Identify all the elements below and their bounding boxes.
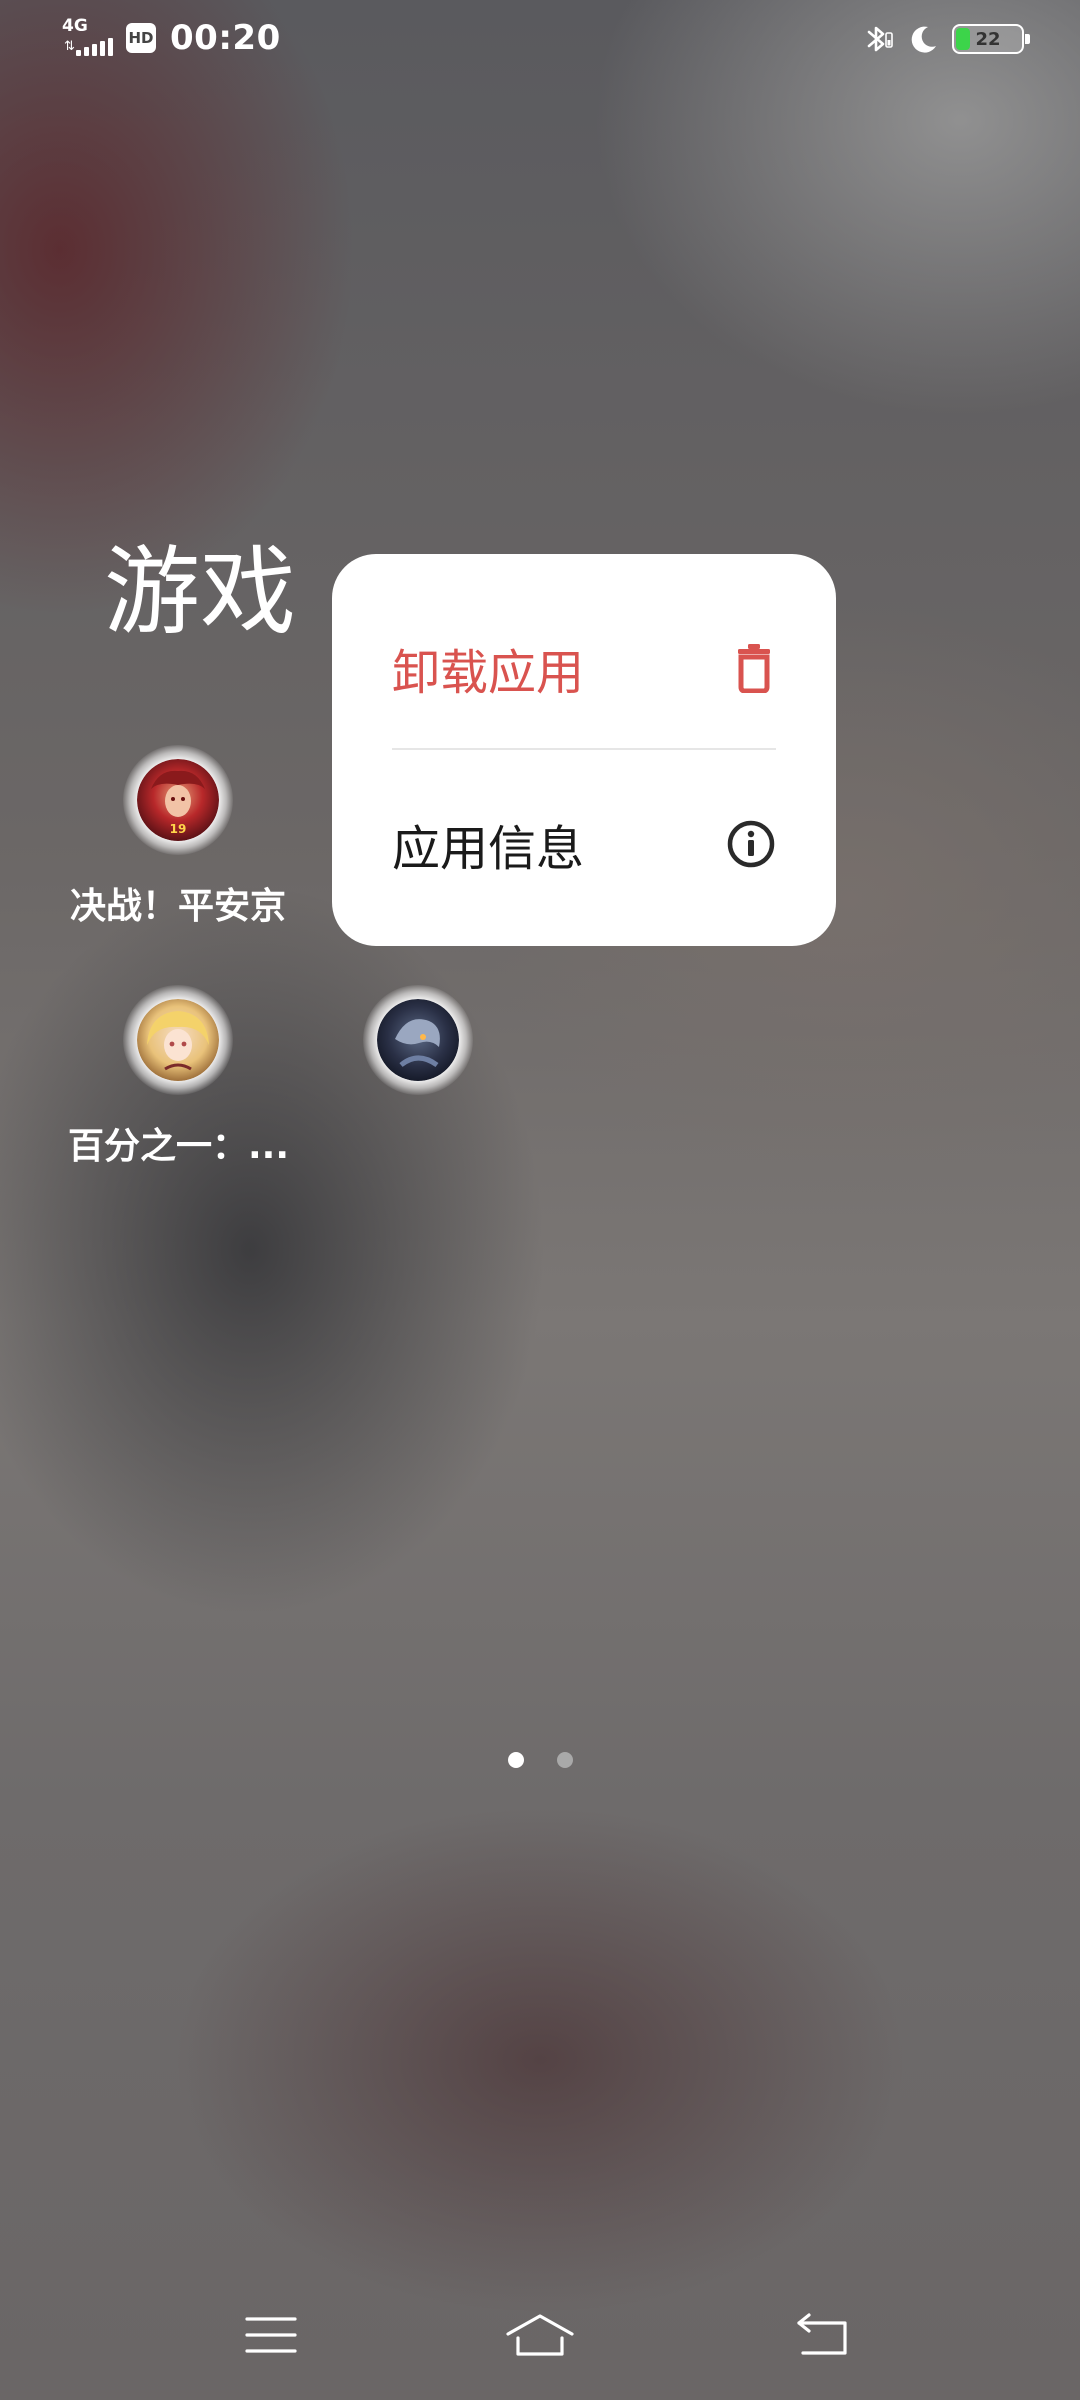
page-dot[interactable] [556,1752,573,1768]
back-button[interactable] [783,2300,863,2370]
app-dark-armored-game[interactable] [308,985,528,1117]
home-button[interactable] [500,2300,580,2370]
app-icon-ring [363,985,473,1095]
do-not-disturb-moon-icon [911,26,936,53]
battery-level: 22 [975,28,1001,50]
app-one-percent[interactable]: 百分之一：... [68,985,290,1169]
svg-text:19: 19 [170,822,187,836]
onmyoji-arena-app-icon: 19 [137,759,219,841]
status-left: 4G ⇅ HD 00:20 [62,16,281,59]
home-icon [506,2314,574,2356]
app-onmyoji-arena[interactable]: 19 决战！平安京 [68,745,288,929]
trash-icon [738,644,770,693]
menu-button[interactable] [231,2300,311,2370]
status-right: 22 [860,22,1030,56]
menu-icon [245,2317,297,2353]
menu-divider [392,748,776,750]
page-indicator [0,1752,1080,1768]
menu-item-uninstall[interactable]: 卸载应用 [392,620,776,716]
signal-icon: 4G ⇅ [62,16,113,58]
folder-title[interactable]: 游戏 [104,539,296,646]
battery-nub [1025,34,1030,44]
hd-icon: HD [126,23,156,53]
navigation-bar [0,2300,1080,2370]
data-arrows-icon: ⇅ [64,39,75,54]
status-bar: 4G ⇅ HD 00:20 22 [0,0,1080,80]
bluetooth-icon [867,26,893,52]
app-icon-ring: 19 [123,745,233,855]
menu-item-label: 卸载应用 [392,645,585,701]
signal-bars-icon [76,38,113,56]
clock: 00:20 [170,18,281,58]
app-context-menu: 卸载应用 应用信息 [332,554,836,946]
info-icon [727,820,775,868]
one-percent-app-icon [137,999,219,1081]
page-dot-active[interactable] [507,1752,524,1768]
menu-item-app-info[interactable]: 应用信息 [392,796,776,892]
app-label: 决战！平安京 [69,886,286,927]
network-type: 4G [62,16,88,36]
app-icon-ring [123,985,233,1095]
app-label: 百分之一：... [68,1126,290,1167]
menu-item-label: 应用信息 [392,821,585,877]
back-icon [797,2313,847,2355]
dark-armored-game-app-icon [377,999,459,1081]
battery-icon: 22 [952,24,1030,54]
